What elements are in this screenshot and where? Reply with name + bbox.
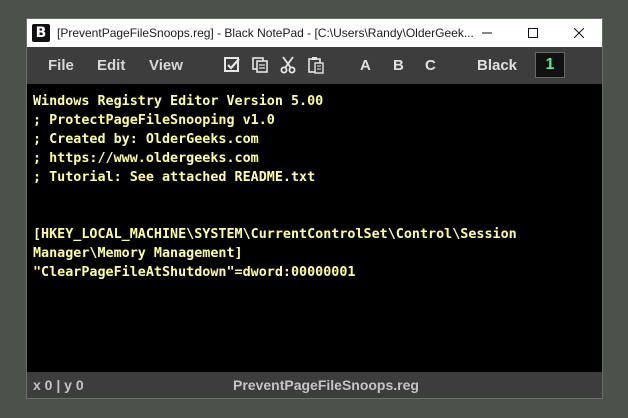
scissors-icon[interactable] (279, 56, 297, 74)
theme-b-button[interactable]: B (393, 57, 404, 74)
minimize-button[interactable] (464, 19, 510, 47)
menu-bar: File Edit View A B C Black 1 (27, 47, 602, 84)
editor-line: ; https://www.oldergeeks.com (33, 151, 259, 166)
paste-icon[interactable] (307, 56, 325, 74)
status-bar: x 0 | y 0 PreventPageFileSnoops.reg (27, 372, 602, 398)
title-bar[interactable]: B [PreventPageFileSnoops.reg] - Black No… (27, 19, 602, 47)
check-square-icon[interactable] (223, 56, 241, 74)
copy-icon[interactable] (251, 56, 269, 74)
close-button[interactable] (556, 19, 602, 47)
minimize-icon (482, 32, 492, 34)
theme-label[interactable]: Black (477, 57, 517, 74)
close-icon (574, 28, 584, 38)
cursor-position: x 0 | y 0 (33, 377, 84, 393)
editor-line: ; ProtectPageFileSnooping v1.0 (33, 113, 275, 128)
window-title: [PreventPageFileSnoops.reg] - Black Note… (57, 26, 474, 40)
status-filename: PreventPageFileSnoops.reg (233, 377, 419, 393)
menu-view[interactable]: View (149, 57, 183, 74)
counter-box[interactable]: 1 (535, 52, 565, 78)
editor-line: ; Tutorial: See attached README.txt (33, 170, 316, 185)
app-icon: B (32, 24, 50, 42)
text-editor[interactable]: Windows Registry Editor Version 5.00 ; Pr… (27, 84, 602, 372)
maximize-icon (528, 28, 538, 38)
editor-line: ; Created by: OlderGeeks.com (33, 132, 259, 147)
editor-line: [HKEY_LOCAL_MACHINE\SYSTEM\CurrentContro… (33, 227, 517, 242)
notepad-window: B [PreventPageFileSnoops.reg] - Black No… (26, 18, 603, 399)
editor-line: Windows Registry Editor Version 5.00 (33, 94, 324, 109)
editor-line: "ClearPageFileAtShutdown"=dword:00000001 (33, 265, 356, 280)
theme-c-button[interactable]: C (425, 57, 436, 74)
menu-file[interactable]: File (48, 57, 74, 74)
maximize-button[interactable] (510, 19, 556, 47)
editor-line: Manager\Memory Management] (33, 246, 243, 261)
menu-edit[interactable]: Edit (97, 57, 125, 74)
theme-a-button[interactable]: A (360, 57, 371, 74)
